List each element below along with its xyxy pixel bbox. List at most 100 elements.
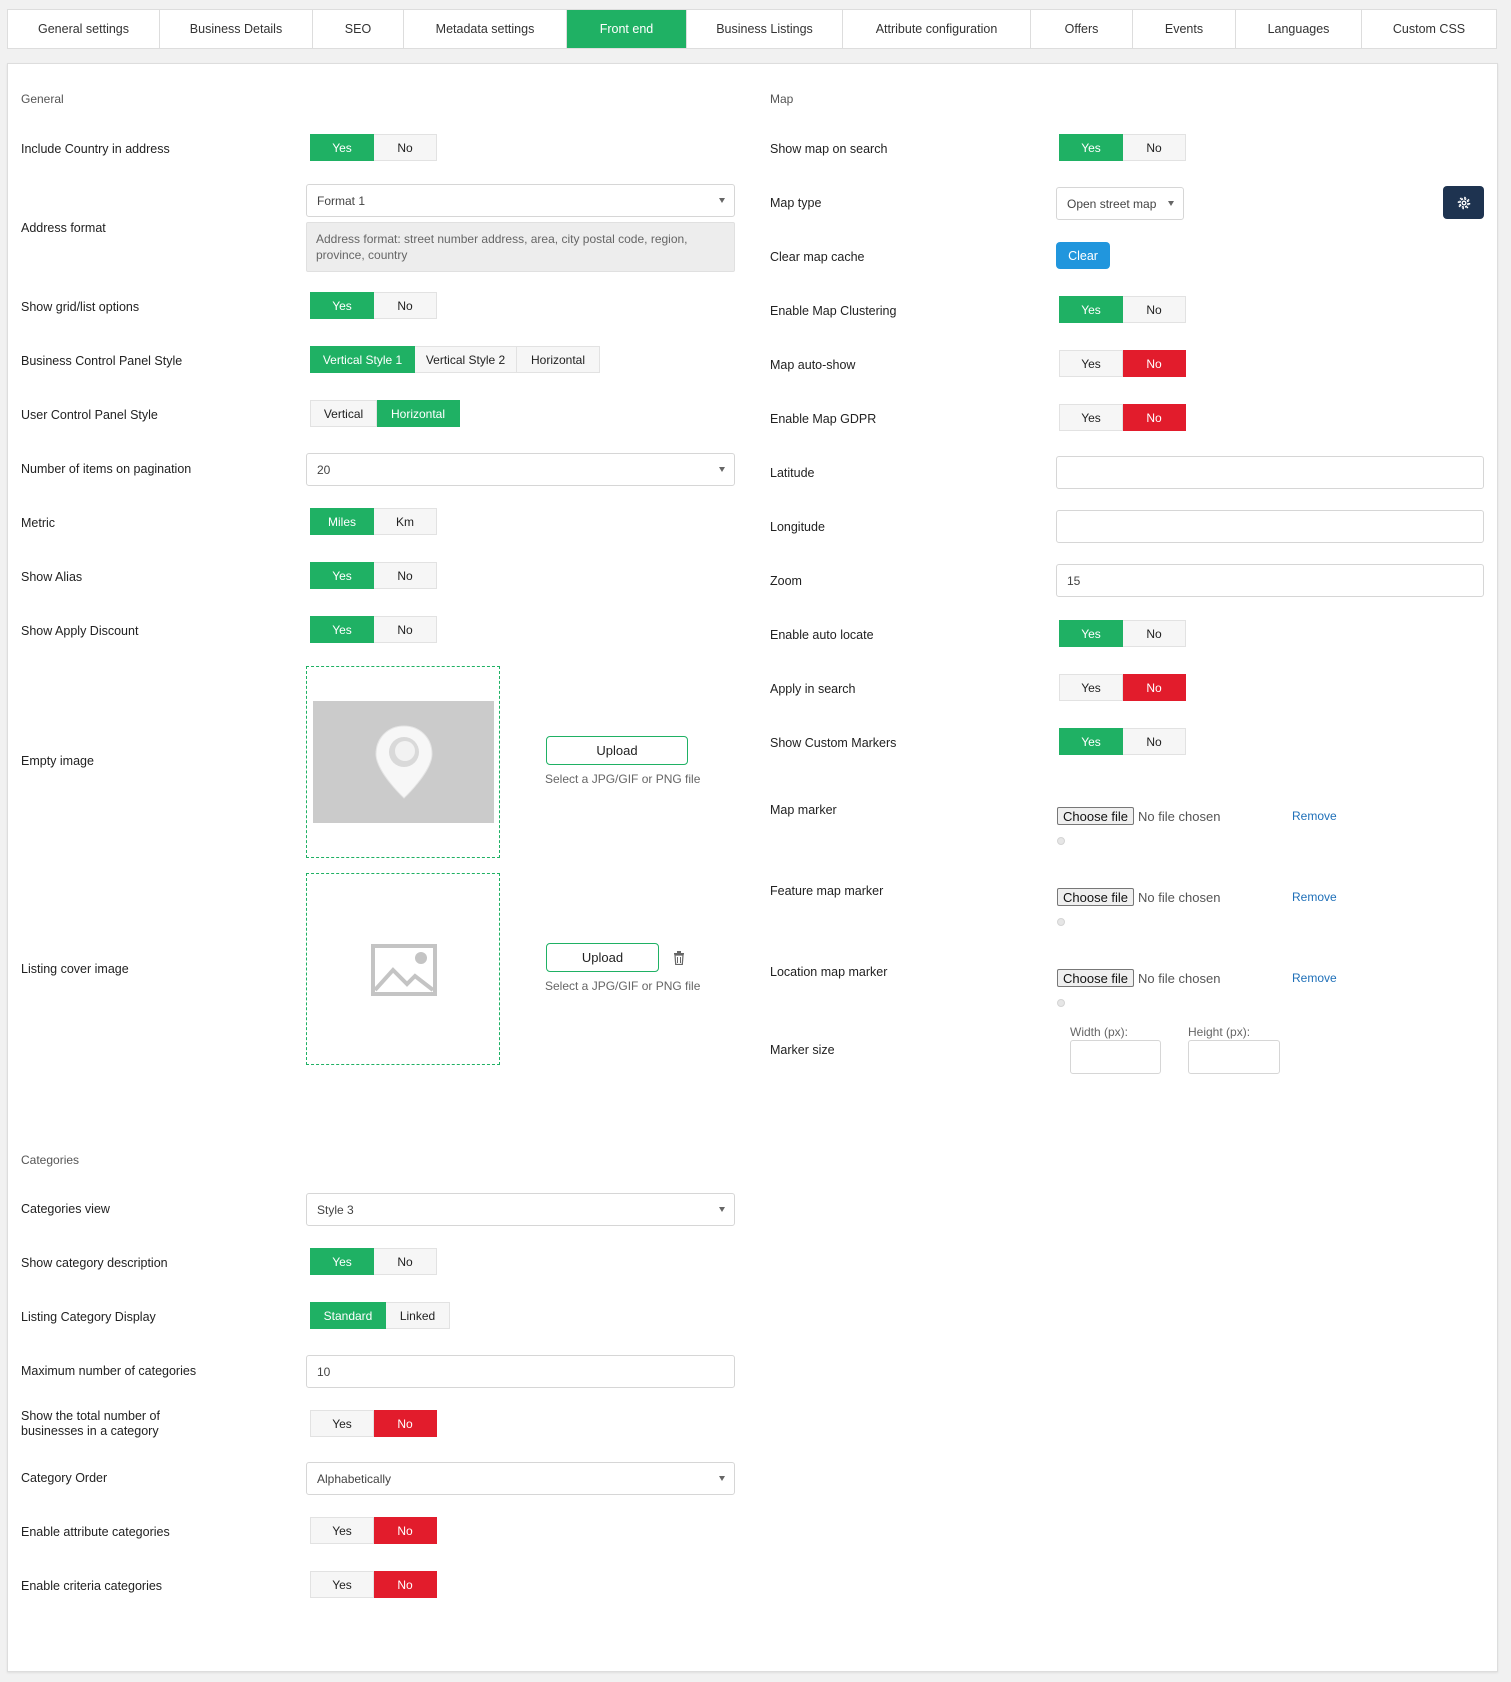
longitude-input[interactable] (1056, 510, 1484, 543)
criteria-categories-label: Enable criteria categories (21, 1579, 163, 1593)
tab-general-settings[interactable]: General settings (8, 10, 160, 48)
show-category-description-yes[interactable]: Yes (310, 1248, 374, 1275)
map-auto-show-no[interactable]: No (1123, 350, 1186, 377)
apply-in-search-label: Apply in search (770, 682, 856, 696)
listing-category-standard[interactable]: Standard (310, 1302, 386, 1329)
criteria-categories-no[interactable]: No (374, 1571, 437, 1598)
trash-icon[interactable] (673, 951, 685, 968)
marker-height-input[interactable] (1188, 1040, 1280, 1074)
custom-markers-yes[interactable]: Yes (1059, 728, 1123, 755)
show-total-no[interactable]: No (374, 1410, 437, 1437)
tab-events[interactable]: Events (1133, 10, 1236, 48)
listing-category-display-toggle: Standard Linked (310, 1302, 450, 1329)
tab-offers[interactable]: Offers (1031, 10, 1133, 48)
categories-view-label: Categories view (21, 1202, 110, 1216)
business-cp-vertical-1[interactable]: Vertical Style 1 (310, 346, 415, 373)
show-grid-label: Show grid/list options (21, 300, 140, 314)
auto-locate-yes[interactable]: Yes (1059, 620, 1123, 647)
pagination-select[interactable]: 20 (306, 453, 735, 486)
marker-width-input[interactable] (1070, 1040, 1161, 1074)
business-cp-vertical-2[interactable]: Vertical Style 2 (415, 346, 517, 373)
zoom-label: Zoom (770, 574, 802, 588)
latitude-input[interactable] (1056, 456, 1484, 489)
show-alias-yes[interactable]: Yes (310, 562, 374, 589)
attribute-categories-label: Enable attribute categories (21, 1525, 170, 1539)
apply-in-search-yes[interactable]: Yes (1059, 674, 1123, 701)
include-country-label: Include Country in address (21, 142, 170, 156)
tab-business-details[interactable]: Business Details (160, 10, 313, 48)
categories-view-select[interactable]: Style 3 (306, 1193, 735, 1226)
auto-locate-toggle: Yes No (1059, 620, 1186, 647)
business-cp-style-label: Business Control Panel Style (21, 354, 183, 368)
map-gdpr-toggle: Yes No (1059, 404, 1186, 431)
map-type-value: Open street map (1067, 196, 1157, 211)
tab-custom-css[interactable]: Custom CSS (1362, 10, 1496, 48)
empty-image-dropzone[interactable] (306, 666, 500, 858)
map-auto-show-toggle: Yes No (1059, 350, 1186, 377)
include-country-no[interactable]: No (374, 134, 437, 161)
user-cp-style-toggle: Vertical Horizontal (310, 400, 460, 427)
auto-locate-no[interactable]: No (1123, 620, 1186, 647)
map-marker-remove-link[interactable]: Remove (1292, 809, 1337, 823)
apply-in-search-no[interactable]: No (1123, 674, 1186, 701)
cover-image-dropzone[interactable] (306, 873, 500, 1065)
show-alias-toggle: Yes No (310, 562, 437, 589)
category-order-select[interactable]: Alphabetically (306, 1462, 735, 1495)
map-gdpr-no[interactable]: No (1123, 404, 1186, 431)
map-clustering-no[interactable]: No (1123, 296, 1186, 323)
map-auto-show-yes[interactable]: Yes (1059, 350, 1123, 377)
user-cp-vertical[interactable]: Vertical (310, 400, 377, 427)
zoom-input[interactable]: 15 (1056, 564, 1484, 597)
tab-front-end[interactable]: Front end (567, 10, 687, 48)
listing-category-linked[interactable]: Linked (386, 1302, 450, 1329)
criteria-categories-yes[interactable]: Yes (310, 1571, 374, 1598)
tab-business-listings[interactable]: Business Listings (687, 10, 843, 48)
tab-metadata-settings[interactable]: Metadata settings (404, 10, 567, 48)
front-end-settings-panel: General Include Country in address Yes N… (7, 63, 1498, 1672)
clear-map-cache-button[interactable]: Clear (1056, 242, 1110, 269)
map-gdpr-yes[interactable]: Yes (1059, 404, 1123, 431)
show-map-on-search-no[interactable]: No (1123, 134, 1186, 161)
max-categories-input[interactable]: 10 (306, 1355, 735, 1388)
metric-miles[interactable]: Miles (310, 508, 374, 535)
general-section-title: General (21, 92, 64, 106)
tab-attribute-configuration[interactable]: Attribute configuration (843, 10, 1031, 48)
business-cp-horizontal[interactable]: Horizontal (517, 346, 600, 373)
show-grid-no[interactable]: No (374, 292, 437, 319)
categories-section-title: Categories (21, 1153, 80, 1167)
show-apply-discount-no[interactable]: No (374, 616, 437, 643)
map-auto-show-label: Map auto-show (770, 358, 856, 372)
location-marker-remove-link[interactable]: Remove (1292, 971, 1337, 985)
map-section-title: Map (770, 92, 794, 106)
location-marker-choose-button[interactable]: Choose file (1057, 969, 1135, 987)
attribute-categories-yes[interactable]: Yes (310, 1517, 374, 1544)
feature-marker-status: No file chosen (1138, 889, 1221, 905)
marker-width-label: Width (px): (1070, 1025, 1129, 1039)
map-marker-preview (1057, 837, 1065, 845)
map-settings-button[interactable] (1443, 186, 1484, 219)
cover-image-upload-button[interactable]: Upload (546, 943, 659, 972)
feature-marker-choose-button[interactable]: Choose file (1057, 888, 1135, 906)
address-format-note: Address format: street number address, a… (306, 222, 735, 272)
user-cp-horizontal[interactable]: Horizontal (377, 400, 460, 427)
empty-image-upload-button[interactable]: Upload (546, 736, 688, 765)
map-type-select[interactable]: Open street map (1056, 187, 1184, 220)
map-clustering-yes[interactable]: Yes (1059, 296, 1123, 323)
tab-languages[interactable]: Languages (1236, 10, 1362, 48)
show-alias-no[interactable]: No (374, 562, 437, 589)
cover-image-label: Listing cover image (21, 962, 129, 976)
custom-markers-no[interactable]: No (1123, 728, 1186, 755)
show-category-description-no[interactable]: No (374, 1248, 437, 1275)
show-apply-discount-yes[interactable]: Yes (310, 616, 374, 643)
feature-marker-remove-link[interactable]: Remove (1292, 890, 1337, 904)
include-country-yes[interactable]: Yes (310, 134, 374, 161)
map-marker-choose-button[interactable]: Choose file (1057, 807, 1135, 825)
feature-marker-preview (1057, 918, 1065, 926)
show-grid-yes[interactable]: Yes (310, 292, 374, 319)
show-total-yes[interactable]: Yes (310, 1410, 374, 1437)
attribute-categories-no[interactable]: No (374, 1517, 437, 1544)
show-map-on-search-yes[interactable]: Yes (1059, 134, 1123, 161)
tab-seo[interactable]: SEO (313, 10, 404, 48)
metric-km[interactable]: Km (374, 508, 437, 535)
address-format-select[interactable]: Format 1 (306, 184, 735, 217)
